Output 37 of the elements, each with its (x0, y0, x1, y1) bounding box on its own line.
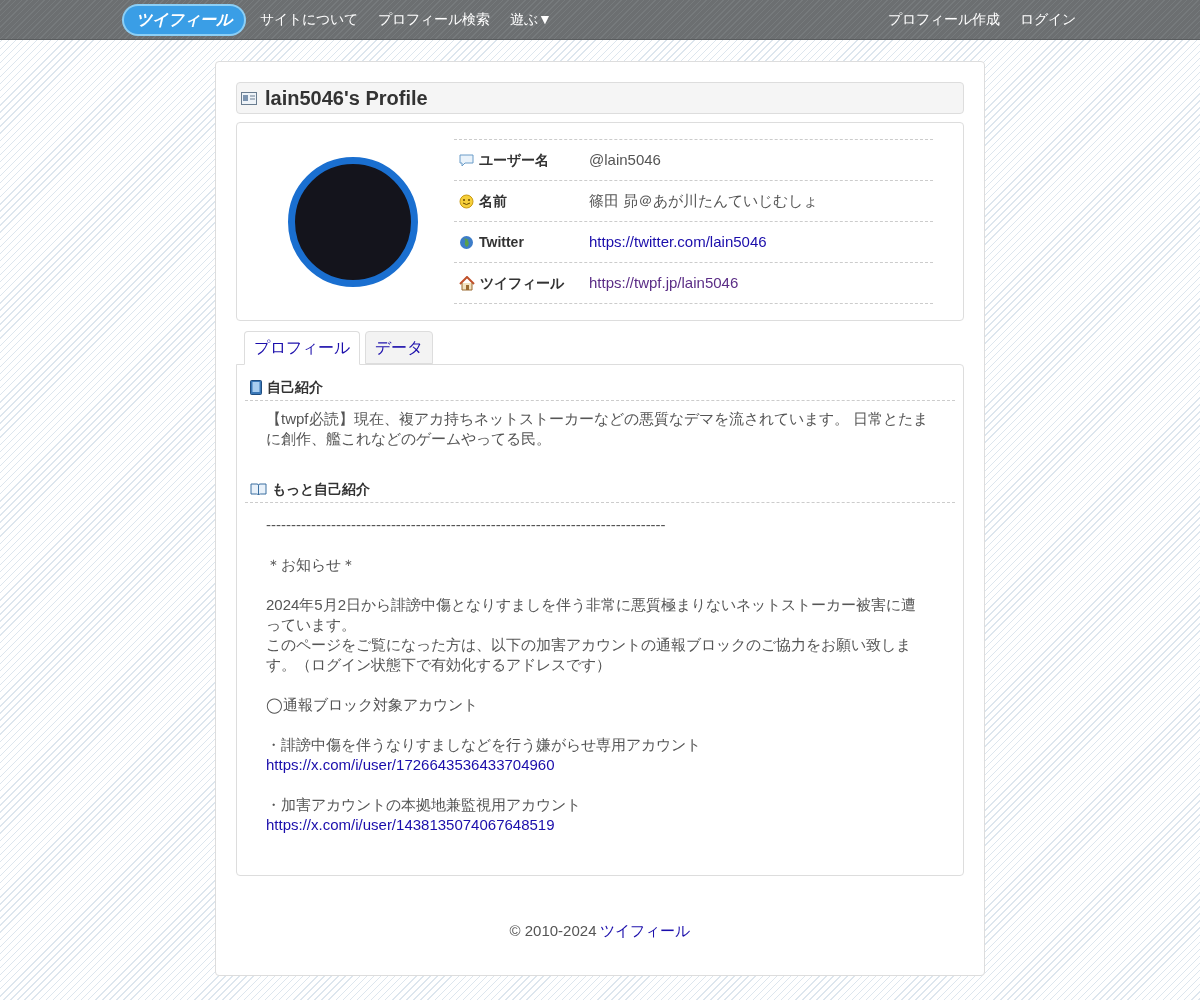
intro-text: 【twpf必読】現在、複アカ持ちネットストーカーなどの悪質なデマを流されています。 日常とたまに創作、艦これなどのゲームやってる民。 (266, 409, 929, 449)
house-icon (459, 275, 475, 291)
profile-link[interactable]: https://twpf.jp/lain5046 (589, 271, 739, 295)
notice-text: ・加害アカウントの本拠地兼監視用アカウント (266, 795, 581, 815)
notice-text: ＊お知らせ＊ (266, 555, 357, 575)
id-card-icon (241, 91, 257, 105)
account-link[interactable]: https://x.com/i/user/1438135074067648519 (266, 815, 555, 835)
notice-text: -------------------------------------------------------------------------------- (266, 515, 667, 535)
book-icon (250, 380, 262, 395)
copyright-text: © 2010-2024 (509, 921, 597, 941)
speech-bubble-icon (459, 153, 474, 167)
footer-link[interactable]: ツイフィール (600, 920, 691, 943)
field-value: 篠田 昴＠あが川たんていじむしょ (589, 190, 819, 211)
notice-text: 2024年5月2日から誹謗中傷となりすましを伴う非常に悪質極まりないネットストーカー被害に遭っています。 (266, 595, 918, 635)
field-label: 名前 (479, 191, 507, 211)
smiley-icon (459, 193, 474, 209)
section-heading: もっと自己紹介 (272, 480, 370, 499)
account-link[interactable]: https://x.com/i/user/1726643536433704960 (266, 755, 555, 775)
globe-icon (459, 234, 474, 250)
notice-text: このページをご覧になった方は、以下の加害アカウントの通報ブロックのご協力をお願い致します。（ログイン状態下で有効化するアドレスです） (266, 635, 912, 675)
field-label: ツイフィール (480, 273, 564, 293)
field-label: Twitter (479, 232, 524, 252)
open-book-icon (250, 483, 267, 496)
nav-link[interactable]: 遊ぶ▼ (510, 9, 552, 30)
nav-link[interactable]: プロフィール検索 (378, 9, 490, 30)
nav-link[interactable]: ログイン (1020, 9, 1076, 30)
tab[interactable]: データ (365, 331, 433, 364)
field-value: @lain5046 (589, 149, 661, 170)
field-label: ユーザー名 (479, 150, 549, 170)
notice-text: ・誹謗中傷を伴うなりすましなどを行う嫌がらせ専用アカウント (266, 735, 701, 755)
profile-link[interactable]: https://twitter.com/lain5046 (589, 230, 767, 254)
notice-text: ◯通報ブロック対象アカウント (266, 695, 479, 715)
section-heading: 自己紹介 (267, 378, 323, 397)
nav-link[interactable]: プロフィール作成 (888, 9, 1000, 30)
profile-title: lain5046's Profile (265, 86, 428, 111)
nav-link[interactable]: サイトについて (260, 9, 358, 30)
tab[interactable]: プロフィール (244, 331, 360, 365)
